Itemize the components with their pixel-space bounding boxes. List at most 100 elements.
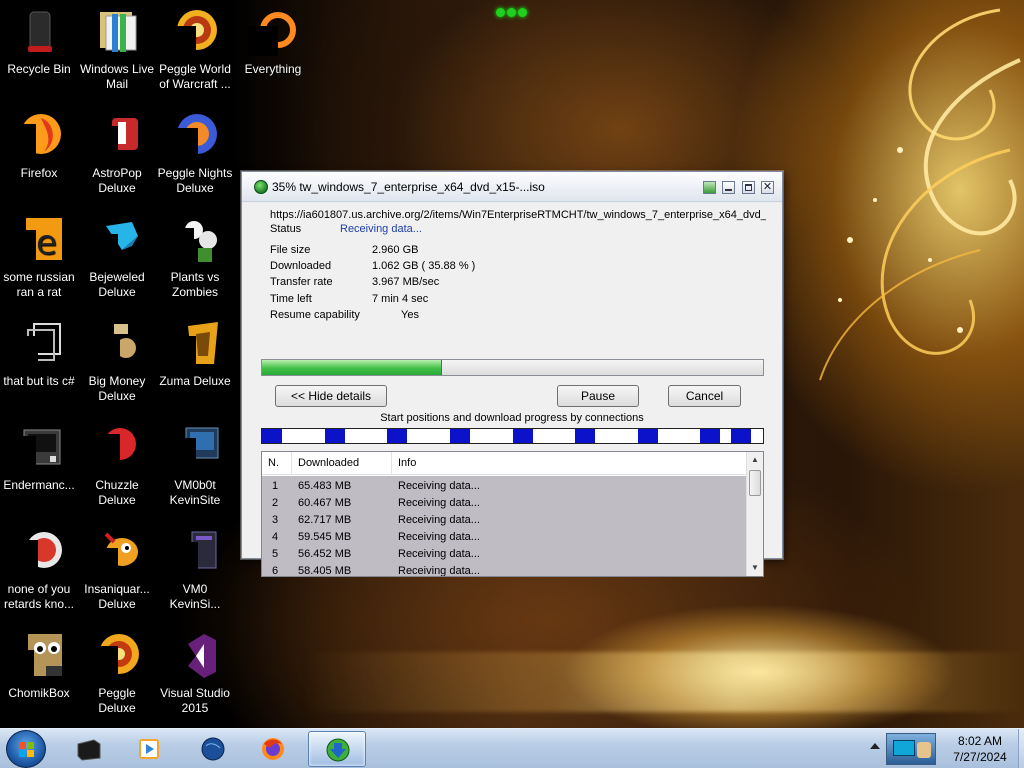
download-progress-bar xyxy=(261,359,764,376)
minimize-button[interactable] xyxy=(722,181,736,194)
cell-n: 4 xyxy=(272,531,279,543)
desktop-icon[interactable]: Peggle World of Warcraft ... xyxy=(156,8,234,92)
desktop-icon[interactable]: Visual Studio 2015 xyxy=(156,632,234,716)
cell-n: 5 xyxy=(272,548,279,560)
desktop-icon[interactable]: VM0b0t KevinSite xyxy=(156,424,234,508)
cell-info: Receiving data... xyxy=(398,514,480,526)
taskbar-item-download-manager[interactable] xyxy=(308,731,366,767)
desktop-icon-label: AstroPop Deluxe xyxy=(92,166,142,195)
download-globe-icon xyxy=(254,180,268,194)
cell-downloaded: 58.405 MB xyxy=(298,565,352,577)
column-header-info[interactable]: Info xyxy=(392,452,746,475)
table-row[interactable]: 5 56.452 MB Receiving data... xyxy=(262,546,746,563)
desktop-icon[interactable]: e some russian ran a rat xyxy=(0,216,78,300)
desktop-icon[interactable]: Big Money Deluxe xyxy=(78,320,156,404)
start-button[interactable] xyxy=(6,730,46,768)
scroll-down-icon[interactable]: ▼ xyxy=(747,560,763,576)
rat-app-icon: e xyxy=(14,216,64,266)
cancel-button[interactable]: Cancel xyxy=(668,385,741,407)
desktop-icon[interactable]: Zuma Deluxe xyxy=(156,320,234,389)
dialog-body: https://ia601807.us.archive.org/2/items/… xyxy=(242,203,782,577)
cell-downloaded: 65.483 MB xyxy=(298,480,352,492)
taskbar-item-media-player[interactable] xyxy=(120,731,178,767)
desktop-icon[interactable]: VM0 KevinSi... xyxy=(156,528,234,612)
hide-details-button[interactable]: << Hide details xyxy=(275,385,387,407)
desktop-icon[interactable]: Recycle Bin xyxy=(0,8,78,77)
table-scrollbar[interactable]: ▲ ▼ xyxy=(746,452,763,576)
tray-app-icon[interactable] xyxy=(886,733,936,765)
cell-info: Receiving data... xyxy=(398,497,480,509)
desktop-icon[interactable]: Bejeweled Deluxe xyxy=(78,216,156,300)
show-desktop-button[interactable] xyxy=(1018,729,1024,768)
media-player-icon xyxy=(139,739,159,759)
desktop-icon[interactable]: AstroPop Deluxe xyxy=(78,112,156,196)
desktop-icon[interactable]: that but its c# xyxy=(0,320,78,389)
desktop-icon[interactable]: ChomikBox xyxy=(0,632,78,701)
table-row[interactable]: 6 58.405 MB Receiving data... xyxy=(262,563,746,577)
taskbar-item-globe[interactable] xyxy=(184,731,242,767)
taskbar-item-terminal[interactable] xyxy=(60,731,118,767)
minimize-icon xyxy=(725,189,733,191)
desktop-icon-label: Peggle World of Warcraft ... xyxy=(159,62,231,91)
column-header-downloaded[interactable]: Downloaded xyxy=(292,452,392,475)
recycle-bin-icon xyxy=(14,8,64,58)
vm-icon xyxy=(170,424,220,474)
show-hidden-icons-icon[interactable] xyxy=(870,743,880,749)
connection-segment xyxy=(575,429,595,443)
clock-time: 8:02 AM xyxy=(957,734,1003,748)
info-value: 2.960 GB xyxy=(372,244,419,256)
scroll-up-icon[interactable]: ▲ xyxy=(747,452,763,468)
chuzzle-icon xyxy=(92,424,142,474)
table-body: 1 65.483 MB Receiving data... 2 60.467 M… xyxy=(262,476,746,576)
connection-segment xyxy=(450,429,470,443)
wallpaper-glow xyxy=(300,652,1024,712)
table-row[interactable]: 2 60.467 MB Receiving data... xyxy=(262,495,746,512)
dialog-titlebar[interactable]: 35% tw_windows_7_enterprise_x64_dvd_x15-… xyxy=(242,172,782,202)
desktop-icon[interactable]: Peggle Deluxe xyxy=(78,632,156,716)
status-value: Receiving data... xyxy=(340,223,422,235)
desktop-icon-label: Bejeweled Deluxe xyxy=(89,270,145,299)
table-row[interactable]: 1 65.483 MB Receiving data... xyxy=(262,478,746,495)
desktop-icon[interactable]: Chuzzle Deluxe xyxy=(78,424,156,508)
desktop: Recycle Bin Windows Live Mail Peggle Wor… xyxy=(0,0,301,720)
clock[interactable]: 8:02 AM 7/27/2024 xyxy=(942,733,1018,765)
info-label: Time left xyxy=(270,293,312,305)
insaniquarium-icon xyxy=(92,528,142,578)
table-row[interactable]: 3 62.717 MB Receiving data... xyxy=(262,512,746,529)
pause-button[interactable]: Pause xyxy=(557,385,639,407)
desktop-icon[interactable]: Endermanc... xyxy=(0,424,78,493)
download-manager-icon xyxy=(326,738,350,762)
zuma-icon xyxy=(170,320,220,370)
desktop-icon-label: Peggle Nights Deluxe xyxy=(157,166,233,195)
column-header-n[interactable]: N. xyxy=(262,452,292,475)
firefox-icon xyxy=(262,738,284,760)
cell-n: 6 xyxy=(272,565,279,577)
table-row[interactable]: 4 59.545 MB Receiving data... xyxy=(262,529,746,546)
taskbar-item-firefox[interactable] xyxy=(244,731,302,767)
maximize-icon xyxy=(744,184,752,191)
desktop-icon[interactable]: Windows Live Mail xyxy=(78,8,156,92)
info-label: Transfer rate xyxy=(270,276,333,288)
desktop-icon[interactable]: Everything xyxy=(234,8,312,77)
desktop-icon-label: Recycle Bin xyxy=(7,62,71,76)
svg-text:e: e xyxy=(36,223,57,263)
info-value: 3.967 MB/sec xyxy=(372,276,440,288)
desktop-icon[interactable]: Insaniquar... Deluxe xyxy=(78,528,156,612)
cell-downloaded: 60.467 MB xyxy=(298,497,352,509)
info-label: File size xyxy=(270,244,311,256)
info-label: Downloaded xyxy=(270,260,332,272)
speed-limiter-button[interactable] xyxy=(702,181,716,194)
bejeweled-icon xyxy=(92,216,142,266)
cell-n: 3 xyxy=(272,514,279,526)
desktop-icon[interactable]: Plants vs Zombies xyxy=(156,216,234,300)
window-controls: ✕ xyxy=(701,181,774,199)
desktop-icon[interactable]: Firefox xyxy=(0,112,78,181)
close-icon: ✕ xyxy=(762,181,773,193)
cell-info: Receiving data... xyxy=(398,565,480,577)
desktop-icon[interactable]: Peggle Nights Deluxe xyxy=(156,112,234,196)
status-label: Status xyxy=(270,223,302,235)
scroll-thumb[interactable] xyxy=(749,470,761,496)
close-button[interactable]: ✕ xyxy=(761,181,774,194)
desktop-icon[interactable]: none of you retards kno... xyxy=(0,528,78,612)
maximize-button[interactable] xyxy=(741,181,755,194)
